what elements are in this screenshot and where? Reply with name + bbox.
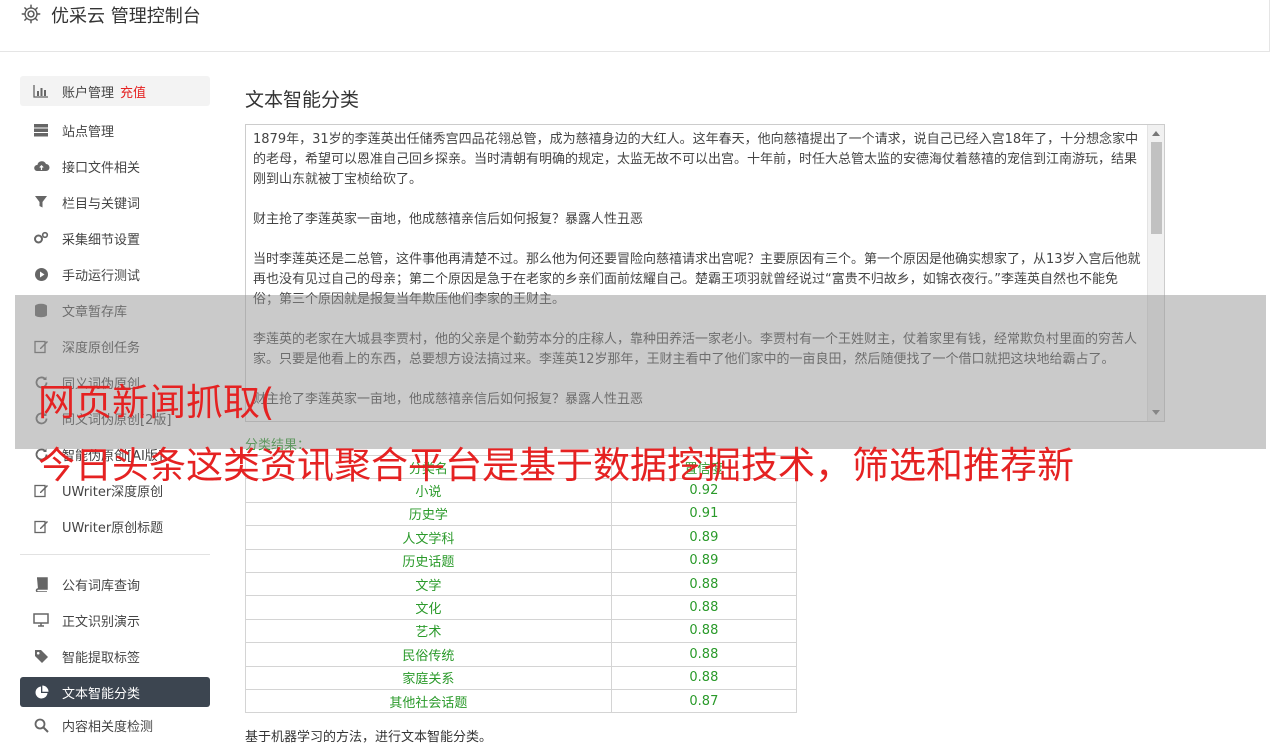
confidence-cell: 0.89: [610, 525, 798, 550]
sidebar-item-uwriter-title[interactable]: UWriter原创标题: [20, 508, 210, 544]
confidence-cell: 0.88: [610, 595, 798, 620]
sidebar-item-label: 正文识别演示: [62, 614, 141, 630]
category-cell: 家庭关系: [245, 665, 612, 690]
sidebar-item-extract-tags[interactable]: 智能提取标签: [20, 638, 210, 674]
monitor-icon: [32, 611, 50, 629]
category-cell: 历史学: [245, 501, 612, 527]
table-row: 文化 0.88: [245, 595, 798, 620]
server-icon: [32, 121, 50, 139]
confidence-cell: 0.88: [610, 618, 798, 644]
pie-chart-icon: [32, 683, 50, 701]
sidebar-item-label: 栏目与关键词: [62, 196, 141, 212]
sidebar-item-label: 公有词库查询: [62, 578, 141, 594]
gears-icon: [32, 229, 50, 247]
book-icon: [32, 575, 50, 593]
sidebar-item-label: 站点管理: [62, 124, 115, 140]
sidebar-item-label: 接口文件相关: [62, 160, 141, 176]
gear-icon: [21, 4, 41, 24]
article-paragraph: 财主抢了李莲英家一亩地，他成慈禧亲信后如何报复？暴露人性丑恶: [253, 212, 644, 227]
sidebar-item-account[interactable]: 账户管理 充值: [20, 76, 210, 106]
console-title: 优采云 管理控制台: [51, 6, 201, 27]
confidence-cell: 0.88: [610, 642, 798, 667]
page-title: 文本智能分类: [245, 89, 360, 111]
cloud-upload-icon: [32, 157, 50, 175]
scroll-thumb[interactable]: [1151, 142, 1162, 234]
search-icon: [32, 716, 50, 734]
table-row: 艺术 0.88: [245, 618, 798, 644]
overlay-title: 网页新闻抓取(: [38, 381, 275, 424]
overlay-subtitle: 今日头条这类资讯聚合平台是基于数据挖掘技术，筛选和推荐新: [38, 444, 1074, 487]
sidebar-item-label: 文本智能分类: [62, 686, 141, 702]
sidebar-item-text-classification[interactable]: 文本智能分类: [20, 677, 210, 707]
scroll-up-arrow-icon[interactable]: [1152, 131, 1160, 136]
sidebar-divider: [20, 554, 210, 555]
play-circle-icon: [32, 265, 50, 283]
table-row: 家庭关系 0.88: [245, 665, 798, 690]
sidebar-item-manual-run[interactable]: 手动运行测试: [20, 256, 210, 292]
top-bar: 优采云 管理控制台: [0, 0, 1270, 52]
category-cell: 民俗传统: [245, 642, 612, 667]
sidebar-item-label: 内容相关度检测: [62, 719, 154, 735]
category-cell: 文化: [245, 595, 612, 620]
table-row: 民俗传统 0.88: [245, 642, 798, 667]
article-paragraph: 1879年，31岁的李莲英出任储秀宫四品花翎总管，成为慈禧身边的大红人。这年春天…: [253, 132, 1139, 187]
sidebar-item-label: UWriter原创标题: [62, 520, 164, 536]
classification-table: 分类名 置信度 小说 0.92 历史学 0.91 人文学科 0.89 历史话题 0.89…: [245, 454, 798, 714]
table-row: 历史学 0.91: [245, 501, 798, 527]
confidence-cell: 0.91: [610, 501, 798, 527]
edit-icon: [32, 517, 50, 535]
sidebar-item-label: 智能提取标签: [62, 650, 141, 666]
recharge-link[interactable]: 充值: [120, 82, 146, 101]
tag-icon: [32, 647, 50, 665]
sidebar-item-text-recognition[interactable]: 正文识别演示: [20, 602, 210, 638]
confidence-cell: 0.89: [610, 548, 798, 573]
confidence-cell: 0.88: [610, 571, 798, 597]
sidebar-item-label: 账户管理: [62, 85, 115, 101]
confidence-cell: 0.87: [610, 688, 798, 714]
sidebar-item-relevance-check[interactable]: 内容相关度检测: [20, 707, 210, 743]
table-row: 文学 0.88: [245, 571, 798, 597]
category-cell: 历史话题: [245, 548, 612, 573]
method-note: 基于机器学习的方法，进行文本智能分类。: [245, 730, 493, 745]
category-cell: 其他社会话题: [245, 688, 612, 714]
sidebar-item-label: 采集细节设置: [62, 232, 141, 248]
category-cell: 人文学科: [245, 525, 612, 550]
category-cell: 艺术: [245, 618, 612, 644]
sidebar-item-columns-keywords[interactable]: 栏目与关键词: [20, 184, 210, 220]
sidebar-item-interface-files[interactable]: 接口文件相关: [20, 148, 210, 184]
sidebar-item-label: 手动运行测试: [62, 268, 141, 284]
confidence-cell: 0.88: [610, 665, 798, 690]
sidebar-item-public-lexicon[interactable]: 公有词库查询: [20, 566, 210, 602]
filter-icon: [32, 193, 50, 211]
category-cell: 文学: [245, 571, 612, 597]
table-row: 人文学科 0.89: [245, 525, 798, 550]
bar-chart-icon: [32, 82, 50, 100]
sidebar-item-collect-settings[interactable]: 采集细节设置: [20, 220, 210, 256]
table-row: 历史话题 0.89: [245, 548, 798, 573]
table-row: 其他社会话题 0.87: [245, 688, 798, 714]
sidebar-item-sites[interactable]: 站点管理: [20, 112, 210, 148]
